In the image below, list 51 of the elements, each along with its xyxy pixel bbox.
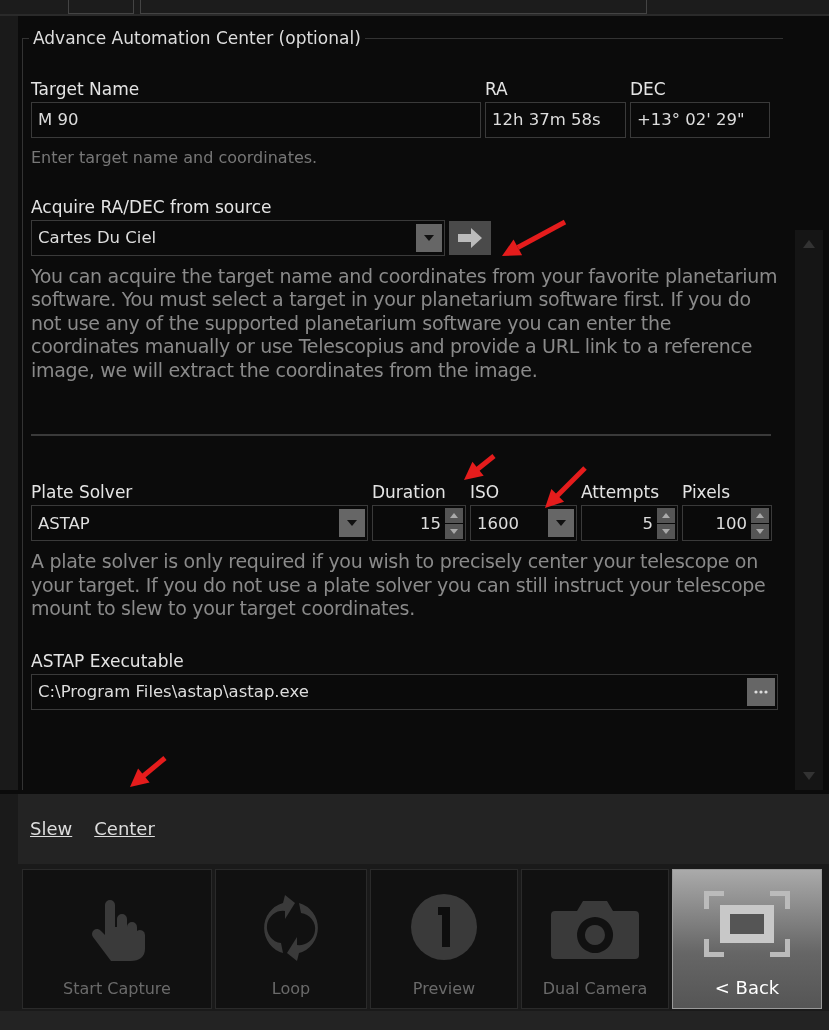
description-text: You can acquire the target name and coordinates from your favorite planetarium software. You must select a target in your planetarium software first. If you do not use any of the supported planetarium software you can enter the coordinates manually or use Telescopius and provide a URL link to a reference image, we will extract the coordinates from the image. xyxy=(31,264,779,382)
caret-down-icon xyxy=(424,234,434,241)
field-label: ASTAP Executable xyxy=(31,650,184,671)
spin-up-icon xyxy=(445,507,463,523)
spin-down-icon xyxy=(445,523,463,539)
group-title: Advance Automation Center (optional) xyxy=(29,27,365,48)
annotation-arrow xyxy=(130,756,167,787)
field-label: Pixels xyxy=(682,482,731,502)
spin-down-icon xyxy=(751,523,769,539)
field-label: Target Name xyxy=(31,78,140,99)
loop-arrows-icon xyxy=(261,895,321,962)
camera-icon xyxy=(549,899,641,962)
link[interactable]: Center xyxy=(94,818,155,840)
scroll-down-icon xyxy=(803,771,815,780)
caret-down-icon xyxy=(347,520,357,526)
scrollbar[interactable] xyxy=(795,229,823,790)
tab[interactable] xyxy=(140,0,647,14)
scroll-up-icon xyxy=(803,239,815,248)
dropdown[interactable]: ASTAP xyxy=(31,505,368,541)
input-field[interactable]: +13° 02' 29" xyxy=(630,101,770,138)
hint-text: Enter target name and coordinates. xyxy=(31,147,319,167)
hint-text: A plate solver is only required if you wish to precisely center your telescope on your target. If you do not use a plate solver you can still instruct your telescope mount to slew to your target coordinates. xyxy=(31,550,767,621)
field-label: Acquire RA/DEC from source xyxy=(31,196,272,217)
field-label: ISO xyxy=(470,482,500,502)
field-label: DEC xyxy=(630,78,666,99)
link[interactable]: Slew xyxy=(30,818,73,840)
field-label: Plate Solver xyxy=(31,482,133,502)
toolbar-button[interactable]: < Back xyxy=(672,869,822,1010)
numbered-circle-icon xyxy=(410,893,478,962)
input-field[interactable]: M 90 xyxy=(31,101,481,138)
spin-up-icon xyxy=(657,507,675,523)
source-dropdown[interactable]: Cartes Du Ciel xyxy=(31,219,445,256)
arrow-right-icon xyxy=(457,227,483,248)
executable-path-field[interactable]: C:\Program Files\astap\astap.exe xyxy=(31,673,778,710)
annotation-arrow xyxy=(464,454,496,480)
spin-down-icon xyxy=(657,523,675,539)
caret-down-icon xyxy=(556,520,566,526)
acquire-button[interactable] xyxy=(449,220,491,255)
dropdown[interactable]: 1600 xyxy=(470,505,577,541)
spinner-field[interactable]: 15 xyxy=(372,505,466,541)
tab[interactable] xyxy=(68,0,134,14)
field-label: Duration xyxy=(372,482,446,502)
annotation-arrow xyxy=(502,219,567,256)
spinner-field[interactable]: 5 xyxy=(581,505,678,541)
field-label: RA xyxy=(485,78,508,99)
frame-icon xyxy=(702,889,792,960)
input-field[interactable]: 12h 37m 58s xyxy=(485,101,626,138)
ellipsis-icon xyxy=(754,689,768,694)
spin-up-icon xyxy=(751,507,769,523)
spinner-field[interactable]: 100 xyxy=(682,505,772,541)
field-label: Attempts xyxy=(581,482,659,502)
